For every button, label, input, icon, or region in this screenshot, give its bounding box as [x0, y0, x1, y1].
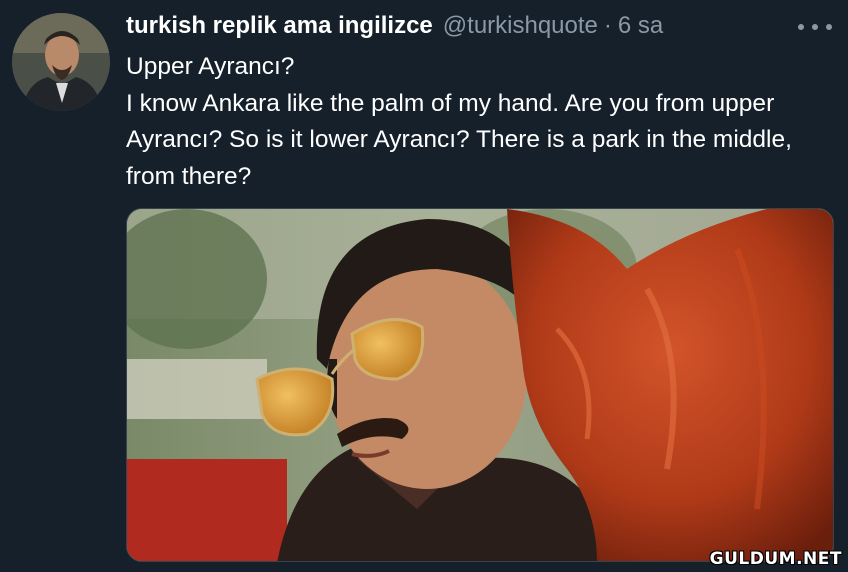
tweet-media-image[interactable]	[126, 208, 834, 562]
tweet-text-line: I know Ankara like the palm of my hand. …	[126, 89, 792, 190]
movie-still-image	[127, 209, 833, 561]
more-options-icon[interactable]	[798, 16, 832, 38]
tweet-text-line: Upper Ayrancı?	[126, 53, 295, 80]
more-dot	[812, 24, 818, 30]
more-dot	[826, 24, 832, 30]
tweet-timestamp[interactable]: 6 sa	[618, 12, 663, 40]
tweet-card[interactable]: turkish replik ama ingilizce @turkishquo…	[0, 0, 848, 572]
author-avatar[interactable]	[12, 13, 110, 111]
more-dot	[798, 24, 804, 30]
header-separator: ·	[603, 12, 612, 39]
watermark-text: GULDUM.NET	[709, 549, 842, 569]
tweet-text: Upper Ayrancı? I know Ankara like the pa…	[126, 49, 838, 195]
avatar-image	[12, 13, 110, 111]
tweet-header: turkish replik ama ingilizce @turkishquo…	[126, 12, 663, 42]
author-display-name[interactable]: turkish replik ama ingilizce	[126, 12, 433, 40]
author-handle[interactable]: @turkishquote	[443, 12, 598, 40]
